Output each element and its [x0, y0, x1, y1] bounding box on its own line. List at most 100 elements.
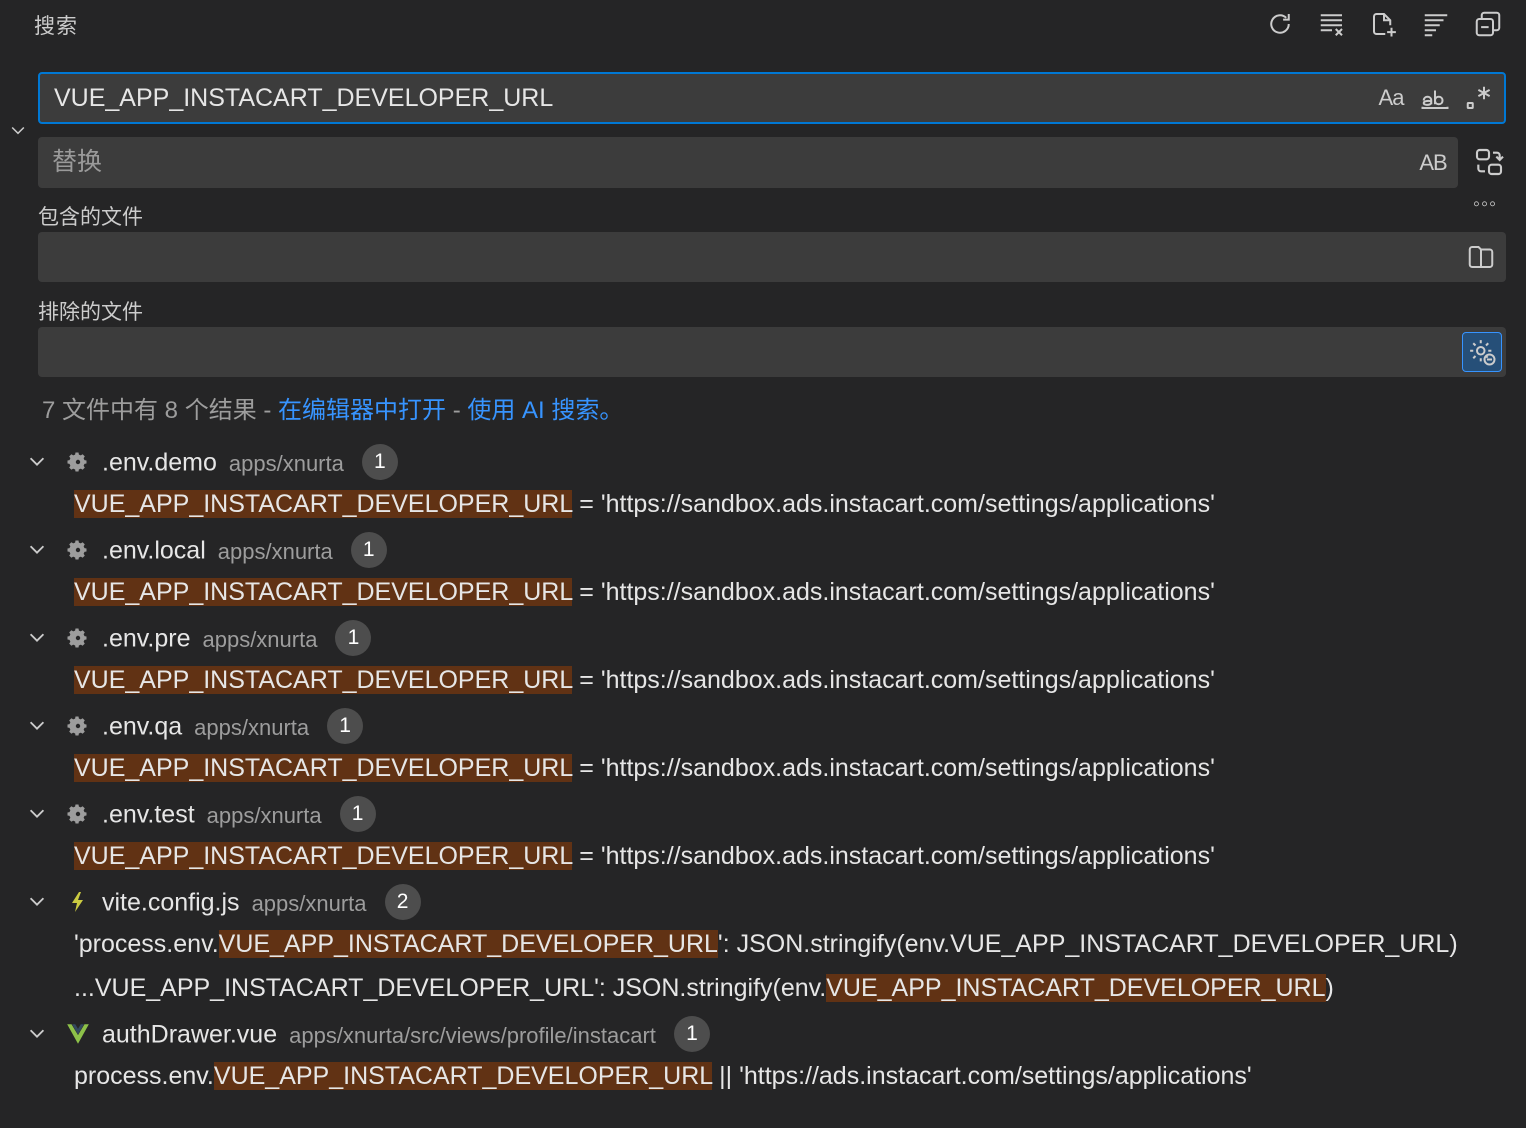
chevron-down-icon[interactable]	[26, 626, 48, 648]
file-name-label: vite.config.js	[102, 888, 240, 917]
result-file-row[interactable]: .env.local apps/xnurta 1	[0, 528, 1526, 572]
replace-all-icon[interactable]	[1470, 143, 1508, 181]
chevron-down-icon[interactable]	[26, 538, 48, 560]
include-field	[38, 232, 1506, 282]
match-context-pre: process.env.	[74, 1062, 214, 1090]
result-match-row[interactable]: 'process.env.VUE_APP_INSTACART_DEVELOPER…	[0, 924, 1526, 968]
chevron-down-icon[interactable]	[26, 890, 48, 912]
match-count-badge: 1	[327, 708, 364, 744]
match-count-badge: 2	[384, 884, 421, 920]
chevron-down-icon[interactable]	[26, 714, 48, 736]
match-line: ...VUE_APP_INSTACART_DEVELOPER_URL': JSO…	[74, 974, 1334, 1003]
result-file-row[interactable]: .env.pre apps/xnurta 1	[0, 616, 1526, 660]
match-line: VUE_APP_INSTACART_DEVELOPER_URL = 'https…	[74, 754, 1215, 783]
match-highlight: VUE_APP_INSTACART_DEVELOPER_URL	[74, 578, 573, 606]
panel-title: 搜索	[34, 15, 78, 38]
open-in-editor-link[interactable]: 在编辑器中打开	[278, 397, 446, 424]
result-match-row[interactable]: VUE_APP_INSTACART_DEVELOPER_URL = 'https…	[0, 484, 1526, 528]
result-file-name: .env.test apps/xnurta 1	[102, 796, 376, 834]
match-context-post: = 'https://sandbox.ads.instacart.com/set…	[572, 842, 1215, 870]
search-input[interactable]	[40, 74, 1504, 122]
new-search-editor-icon[interactable]	[1366, 6, 1402, 42]
more-options-icon[interactable]: ◦◦◦	[1466, 192, 1504, 216]
file-path-label: apps/xnurta	[217, 538, 333, 564]
view-as-tree-icon[interactable]	[1418, 6, 1454, 42]
exclude-label: 排除的文件	[38, 301, 143, 324]
chevron-down-icon[interactable]	[26, 450, 48, 472]
open-editors-only-icon[interactable]	[1464, 240, 1498, 274]
match-case-label: Aa	[1378, 85, 1405, 110]
result-file-name: .env.pre apps/xnurta 1	[102, 620, 372, 658]
match-case-icon[interactable]: Aa	[1374, 81, 1408, 115]
chevron-down-icon[interactable]	[26, 1022, 48, 1044]
match-highlight: VUE_APP_INSTACART_DEVELOPER_URL	[218, 930, 718, 958]
search-toolbar	[1262, 6, 1506, 42]
include-input[interactable]	[38, 232, 1506, 282]
result-match-row[interactable]: VUE_APP_INSTACART_DEVELOPER_URL = 'https…	[0, 572, 1526, 616]
match-count-badge: 1	[361, 444, 398, 480]
file-name-label: authDrawer.vue	[102, 1020, 278, 1049]
match-context-post: ': JSON.stringify(env.VUE_APP_INSTACART_…	[717, 930, 1458, 958]
match-context-post: = 'https://sandbox.ads.instacart.com/set…	[572, 754, 1215, 782]
gear-icon	[64, 448, 92, 476]
gear-icon	[64, 536, 92, 564]
result-file-name: .env.local apps/xnurta 1	[102, 532, 387, 570]
results-summary: 7 文件中有 8 个结果 - 在编辑器中打开 - 使用 AI 搜索。	[42, 390, 623, 425]
search-field: Aa	[38, 72, 1506, 124]
result-file-name: authDrawer.vue apps/xnurta/src/views/prof…	[102, 1016, 710, 1054]
regex-icon[interactable]	[1462, 81, 1496, 115]
gear-icon	[64, 624, 92, 652]
file-path-label: apps/xnurta	[202, 626, 318, 652]
replace-options: AB	[1416, 137, 1450, 188]
file-name-label: .env.demo	[102, 448, 217, 477]
result-file-name: vite.config.js apps/xnurta 2	[102, 884, 421, 922]
refresh-icon[interactable]	[1262, 6, 1298, 42]
match-line: VUE_APP_INSTACART_DEVELOPER_URL = 'https…	[74, 578, 1215, 607]
result-file-row[interactable]: .env.qa apps/xnurta 1	[0, 704, 1526, 748]
result-file-row[interactable]: .env.demo apps/xnurta 1	[0, 440, 1526, 484]
summary-separator: -	[446, 397, 468, 424]
result-match-row[interactable]: ...VUE_APP_INSTACART_DEVELOPER_URL': JSO…	[0, 968, 1526, 1012]
lightning-icon	[64, 888, 92, 916]
search-results-tree: .env.demo apps/xnurta 1 VUE_APP_INSTACART_D…	[0, 440, 1526, 1100]
match-line: VUE_APP_INSTACART_DEVELOPER_URL = 'https…	[74, 490, 1215, 519]
file-path-label: apps/xnurta/src/views/profile/instacart	[289, 1022, 656, 1048]
match-highlight: VUE_APP_INSTACART_DEVELOPER_URL	[74, 666, 573, 694]
match-context-post: || 'https://ads.instacart.com/settings/a…	[712, 1062, 1252, 1090]
gear-icon	[64, 712, 92, 740]
replace-input[interactable]	[38, 137, 1458, 188]
match-count-badge: 1	[673, 1016, 710, 1052]
match-line: 'process.env.VUE_APP_INSTACART_DEVELOPER…	[74, 930, 1458, 959]
match-highlight: VUE_APP_INSTACART_DEVELOPER_URL	[213, 1062, 713, 1090]
clear-results-icon[interactable]	[1314, 6, 1350, 42]
result-file-row[interactable]: vite.config.js apps/xnurta 2	[0, 880, 1526, 924]
use-exclude-settings-icon[interactable]	[1462, 332, 1502, 372]
gear-icon	[64, 800, 92, 828]
ai-search-link[interactable]: 使用 AI 搜索。	[467, 397, 623, 424]
result-file-name: .env.demo apps/xnurta 1	[102, 444, 398, 482]
preserve-case-label: AB	[1419, 149, 1447, 175]
result-match-row[interactable]: VUE_APP_INSTACART_DEVELOPER_URL = 'https…	[0, 660, 1526, 704]
match-context-post: = 'https://sandbox.ads.instacart.com/set…	[572, 666, 1215, 694]
whole-word-icon[interactable]	[1418, 81, 1452, 115]
match-context-post: = 'https://sandbox.ads.instacart.com/set…	[572, 578, 1215, 606]
exclude-input[interactable]	[38, 327, 1506, 377]
result-file-row[interactable]: .env.test apps/xnurta 1	[0, 792, 1526, 836]
chevron-down-icon[interactable]	[26, 802, 48, 824]
result-file-row[interactable]: authDrawer.vue apps/xnurta/src/views/prof…	[0, 1012, 1526, 1056]
exclude-field	[38, 327, 1506, 377]
match-highlight: VUE_APP_INSTACART_DEVELOPER_URL	[74, 842, 573, 870]
file-path-label: apps/xnurta	[194, 714, 310, 740]
match-line: VUE_APP_INSTACART_DEVELOPER_URL = 'https…	[74, 842, 1215, 871]
result-match-row[interactable]: VUE_APP_INSTACART_DEVELOPER_URL = 'https…	[0, 836, 1526, 880]
file-path-label: apps/xnurta	[206, 802, 322, 828]
match-line: VUE_APP_INSTACART_DEVELOPER_URL = 'https…	[74, 666, 1215, 695]
result-match-row[interactable]: VUE_APP_INSTACART_DEVELOPER_URL = 'https…	[0, 748, 1526, 792]
toggle-replace-chevron-icon[interactable]	[6, 118, 30, 142]
file-path-label: apps/xnurta	[228, 450, 344, 476]
match-context-post: )	[1325, 974, 1334, 1002]
collapse-all-icon[interactable]	[1470, 6, 1506, 42]
result-match-row[interactable]: process.env.VUE_APP_INSTACART_DEVELOPER_…	[0, 1056, 1526, 1100]
file-path-label: apps/xnurta	[251, 890, 367, 916]
preserve-case-icon[interactable]: AB	[1416, 146, 1450, 180]
